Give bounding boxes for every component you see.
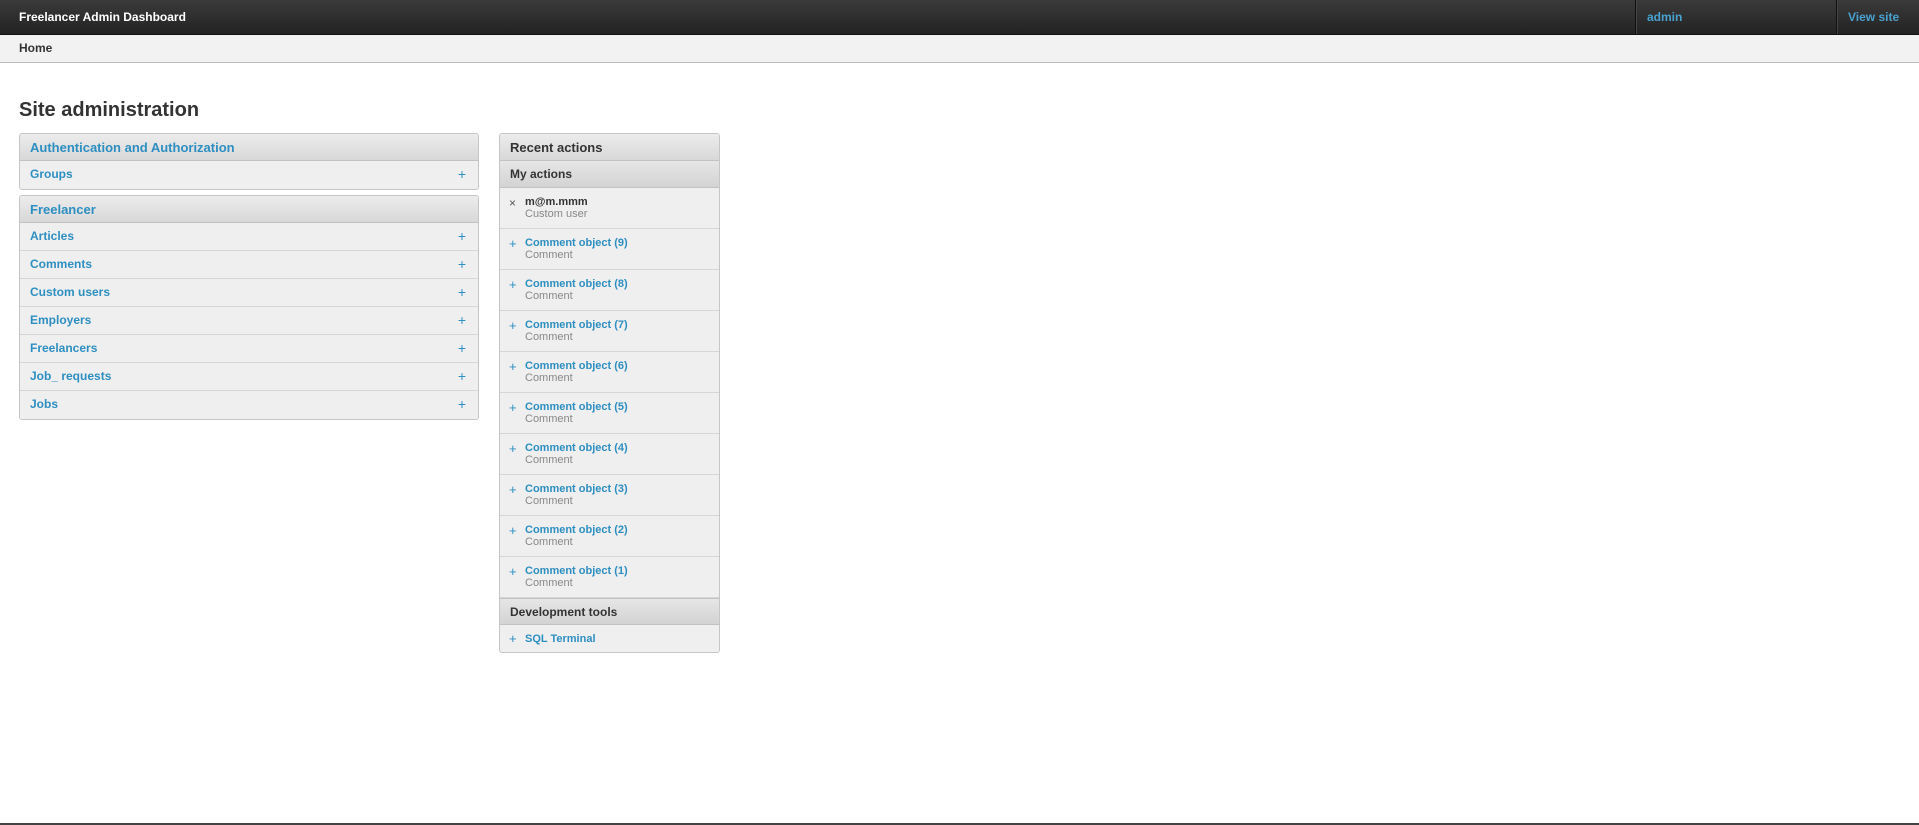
add-icon: + [509, 441, 517, 456]
action-item: + Comment object (8) Comment [500, 270, 719, 311]
site-brand: Freelancer Admin Dashboard [19, 10, 186, 24]
add-icon[interactable]: + [458, 223, 466, 250]
model-link-employers[interactable]: Employers [30, 313, 91, 327]
action-item: + Comment object (7) Comment [500, 311, 719, 352]
action-object-link[interactable]: Comment object (6) [525, 360, 719, 372]
action-content-type: Comment [525, 454, 573, 466]
breadcrumb: Home [0, 35, 1919, 63]
add-icon: + [509, 277, 517, 292]
model-row-groups: Groups + [20, 161, 478, 189]
dev-tool-item: + SQL Terminal [500, 625, 719, 652]
action-object-link[interactable]: Comment object (1) [525, 565, 719, 577]
action-object-link[interactable]: Comment object (5) [525, 401, 719, 413]
add-icon[interactable]: + [458, 161, 466, 188]
action-object-link[interactable]: Comment object (2) [525, 524, 719, 536]
delete-icon: × [509, 196, 517, 210]
dev-tools-title: Development tools [500, 598, 719, 625]
recent-actions-title: Recent actions [500, 134, 719, 161]
model-link-custom-users[interactable]: Custom users [30, 285, 110, 299]
action-content-type: Comment [525, 413, 573, 425]
action-item: + Comment object (1) Comment [500, 557, 719, 598]
action-item: + Comment object (9) Comment [500, 229, 719, 270]
action-object-link[interactable]: Comment object (4) [525, 442, 719, 454]
model-row-articles: Articles + [20, 223, 478, 251]
action-object-link[interactable]: Comment object (9) [525, 237, 719, 249]
model-row-job-requests: Job_ requests + [20, 363, 478, 391]
action-object-link[interactable]: Comment object (3) [525, 483, 719, 495]
action-item: + Comment object (5) Comment [500, 393, 719, 434]
model-row-comments: Comments + [20, 251, 478, 279]
top-header: Freelancer Admin Dashboard admin View si… [0, 0, 1919, 35]
action-content-type: Comment [525, 577, 573, 589]
user-menu-link[interactable]: admin [1635, 0, 1836, 34]
add-icon[interactable]: + [458, 335, 466, 362]
app-module-freelancer: Freelancer Articles + Comments + Custom … [19, 195, 479, 420]
model-link-comments[interactable]: Comments [30, 257, 92, 271]
model-row-custom-users: Custom users + [20, 279, 478, 307]
view-site-link[interactable]: View site [1836, 0, 1919, 34]
action-content-type: Comment [525, 495, 573, 507]
action-content-type: Comment [525, 249, 573, 261]
action-object-link[interactable]: Comment object (8) [525, 278, 719, 290]
model-row-freelancers: Freelancers + [20, 335, 478, 363]
app-caption: Authentication and Authorization [20, 134, 478, 161]
add-icon[interactable]: + [458, 363, 466, 390]
app-link-freelancer[interactable]: Freelancer [30, 202, 96, 217]
model-link-freelancers[interactable]: Freelancers [30, 341, 97, 355]
model-link-groups[interactable]: Groups [30, 167, 73, 181]
page-title: Site administration [19, 99, 200, 121]
action-content-type: Comment [525, 290, 573, 302]
action-item: + Comment object (6) Comment [500, 352, 719, 393]
model-row-jobs: Jobs + [20, 391, 478, 419]
app-caption: Freelancer [20, 196, 478, 223]
add-icon[interactable]: + [458, 279, 466, 306]
action-content-type: Comment [525, 372, 573, 384]
action-content-type: Custom user [525, 208, 588, 220]
add-icon: + [509, 631, 517, 646]
action-item: + Comment object (3) Comment [500, 475, 719, 516]
recent-actions-module: Recent actions My actions × m@m.mmm Cust… [499, 133, 720, 653]
action-object-label: m@m.mmm [525, 196, 588, 208]
app-link-auth[interactable]: Authentication and Authorization [30, 140, 235, 155]
add-icon[interactable]: + [458, 307, 466, 334]
add-icon: + [509, 523, 517, 538]
add-icon: + [509, 482, 517, 497]
add-icon: + [509, 318, 517, 333]
add-icon: + [509, 359, 517, 374]
add-icon: + [509, 236, 517, 251]
model-link-articles[interactable]: Articles [30, 229, 74, 243]
model-row-employers: Employers + [20, 307, 478, 335]
add-icon[interactable]: + [458, 391, 466, 418]
model-link-job-requests[interactable]: Job_ requests [30, 369, 111, 383]
action-item: + Comment object (2) Comment [500, 516, 719, 557]
model-link-jobs[interactable]: Jobs [30, 397, 58, 411]
action-item: + Comment object (4) Comment [500, 434, 719, 475]
breadcrumb-home-link[interactable]: Home [19, 41, 52, 55]
sql-terminal-link[interactable]: SQL Terminal [525, 633, 596, 645]
add-icon: + [509, 400, 517, 415]
app-module-auth: Authentication and Authorization Groups … [19, 133, 479, 190]
my-actions-title: My actions [500, 161, 719, 188]
action-content-type: Comment [525, 536, 573, 548]
action-content-type: Comment [525, 331, 573, 343]
action-object-link[interactable]: Comment object (7) [525, 319, 719, 331]
add-icon[interactable]: + [458, 251, 466, 278]
action-item: × m@m.mmm Custom user [500, 188, 719, 229]
add-icon: + [509, 564, 517, 579]
